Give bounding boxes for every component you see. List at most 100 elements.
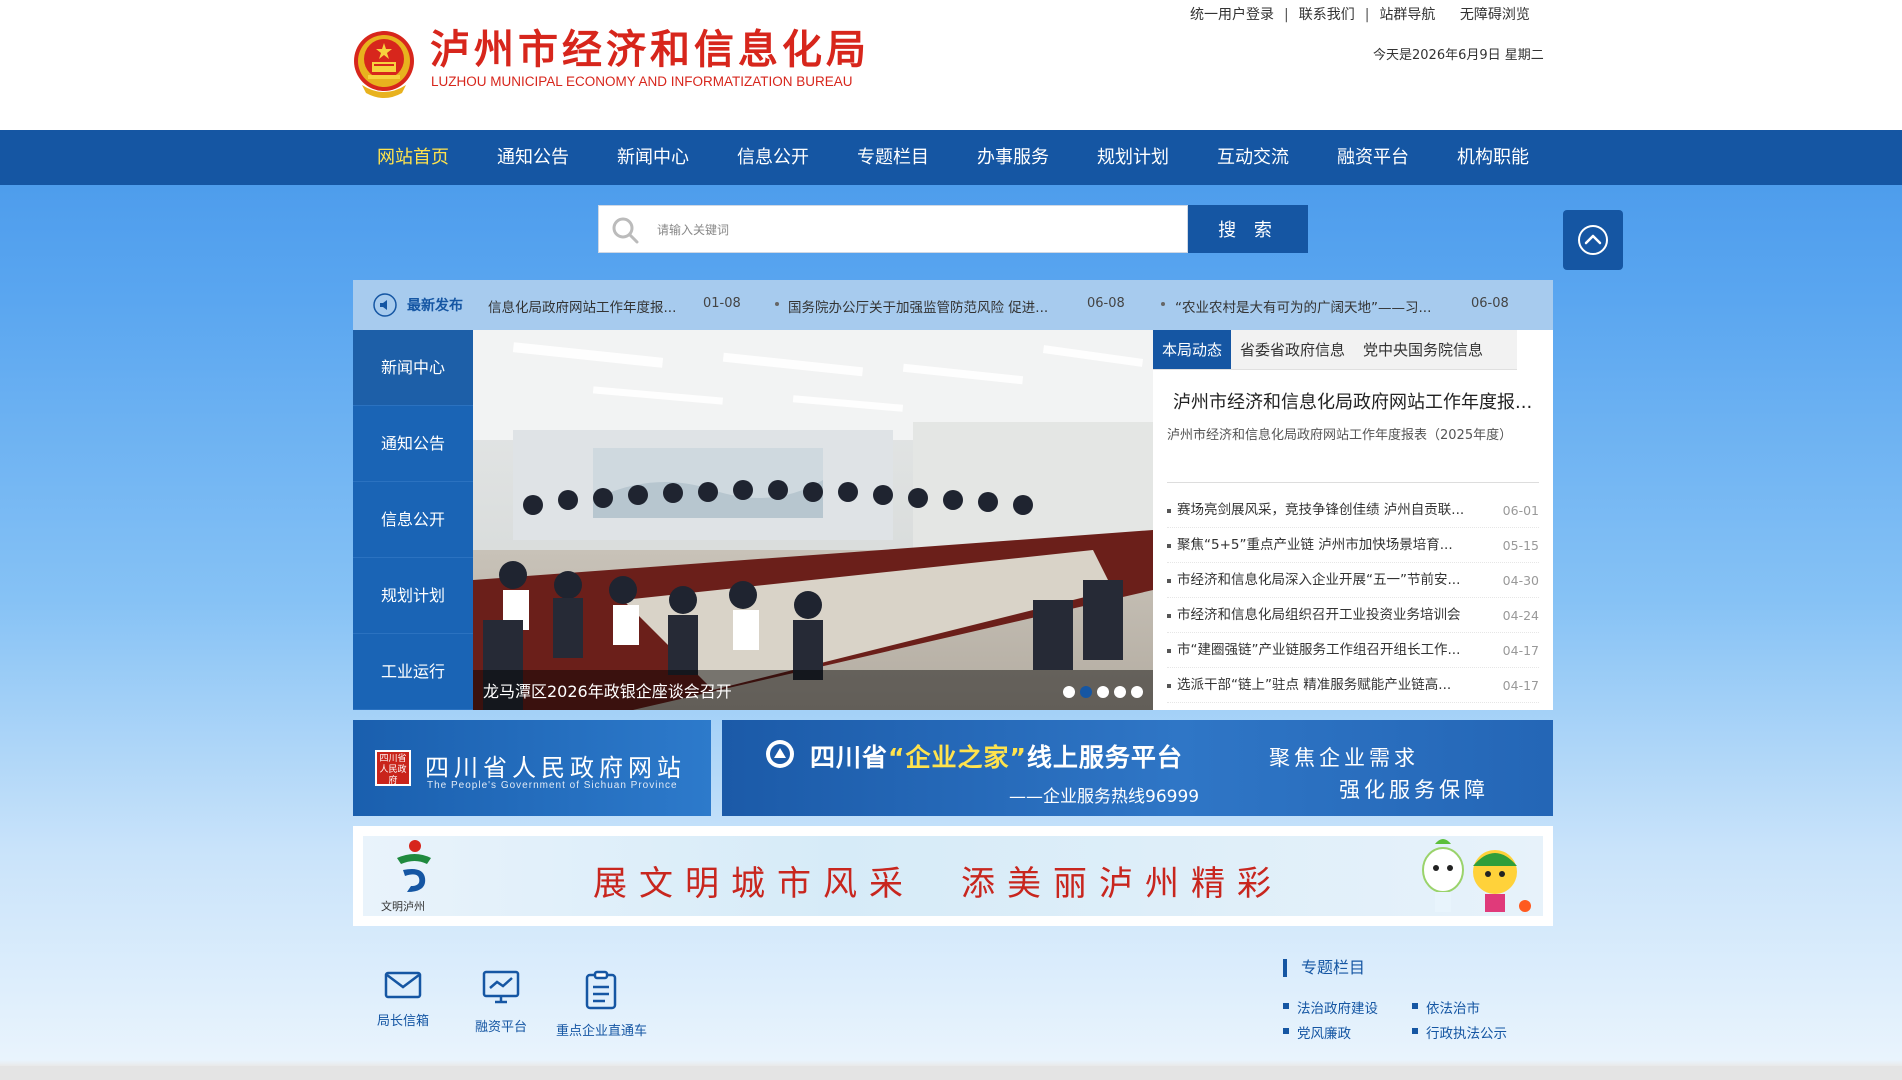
side-item-plans[interactable]: 规划计划 (353, 558, 473, 634)
photo-slider[interactable]: 龙马潭区2026年政银企座谈会召开 (473, 330, 1153, 710)
search-button[interactable]: 搜 索 (1188, 205, 1308, 253)
back-to-top-button[interactable] (1563, 210, 1623, 270)
tab-central-info[interactable]: 党中央国务院信息 (1354, 330, 1492, 369)
chevron-up-icon (1578, 225, 1608, 255)
ticker-item[interactable]: 信息化局政府网站工作年度报... (488, 296, 676, 316)
nav-item-plans[interactable]: 规划计划 (1073, 130, 1193, 185)
bullet (1167, 579, 1171, 583)
sichuan-gov-title: 四川省人民政府网站 (425, 754, 686, 782)
nav-item-home[interactable]: 网站首页 (353, 130, 473, 185)
user-login-link[interactable]: 统一用户登录 (1190, 7, 1274, 23)
bullet (1167, 614, 1171, 618)
divider: | (1284, 7, 1289, 23)
bullet (775, 302, 779, 306)
nav-item-functions[interactable]: 机构职能 (1433, 130, 1553, 185)
nav-item-topics[interactable]: 专题栏目 (833, 130, 953, 185)
civilization-banner-inner: 文明泸州 展文明城市风采 添美丽泸州精彩 (363, 836, 1543, 916)
sichuan-gov-subtitle: The People's Government of Sichuan Provi… (427, 780, 678, 791)
nav-item-notices[interactable]: 通知公告 (473, 130, 593, 185)
news-title[interactable]: 市经济和信息化局深入企业开展“五一”节前安... (1177, 563, 1497, 598)
bullet (1167, 684, 1171, 688)
slider-caption[interactable]: 龙马潭区2026年政银企座谈会召开 (483, 678, 732, 702)
ticker-label: 最新发布 (407, 298, 463, 314)
nav-item-info-disclosure[interactable]: 信息公开 (713, 130, 833, 185)
list-item[interactable]: 赛场亮剑展风采，竞技争锋创佳绩 泸州自贡联... 06-01 (1167, 493, 1539, 528)
news-date: 04-24 (1502, 608, 1539, 623)
news-title[interactable]: 市“建圈强链”产业链服务工作组召开组长工作... (1177, 633, 1497, 668)
side-item-industry-operation[interactable]: 工业运行 (353, 634, 473, 710)
news-title[interactable]: 市经济和信息化局组织召开工业投资业务培训会 (1177, 598, 1497, 633)
key-enterprise-shortcut[interactable]: 重点企业直通车 (556, 970, 647, 1039)
news-title[interactable]: 聚焦“5+5”重点产业链 泸州市加快场景培育... (1177, 528, 1497, 563)
enterprise-home-banner[interactable]: 四川省“企业之家”线上服务平台 ——企业服务热线96999 聚焦企业需求 强化服… (722, 720, 1553, 816)
title-suffix: 线上服务平台 (1026, 743, 1183, 772)
sichuan-gov-banner[interactable]: 四川省人民政府 四川省人民政府网站 The People's Governmen… (353, 720, 711, 816)
list-item[interactable]: 市“建圈强链”产业链服务工作组召开组长工作... 04-17 (1167, 633, 1539, 668)
side-item-news[interactable]: 新闻中心 (353, 330, 473, 406)
site-title: 泸州市经济和信息化局 (430, 26, 870, 73)
side-item-info-disclosure[interactable]: 信息公开 (353, 482, 473, 558)
news-date: 04-17 (1502, 643, 1539, 658)
featured-news-summary: 泸州市经济和信息化局政府网站工作年度报表（2025年度） (1167, 428, 1513, 443)
top-links: 统一用户登录 | 联系我们 | 站群导航 无障碍浏览 (1190, 4, 1530, 24)
ticker-date: 06-08 (1087, 296, 1125, 311)
civilization-banner[interactable]: 文明泸州 展文明城市风采 添美丽泸州精彩 (353, 826, 1553, 926)
tab-bureau-news[interactable]: 本局动态 (1153, 330, 1232, 369)
divider (1167, 482, 1539, 483)
civilization-logo-caption: 文明泸州 (381, 900, 425, 913)
slider-dot[interactable] (1063, 686, 1075, 698)
main-nav: 网站首页 通知公告 新闻中心 信息公开 专题栏目 办事服务 规划计划 互动交流 … (0, 130, 1902, 185)
ticker-date: 06-08 (1471, 296, 1509, 311)
divider: | (1364, 7, 1370, 23)
monitor-chart-icon (482, 970, 520, 1004)
nav-item-financing[interactable]: 融资平台 (1313, 130, 1433, 185)
hotline-text: ——企业服务热线96999 (1009, 787, 1200, 807)
topic-link-rule-of-law-gov[interactable]: 法治政府建设 (1283, 997, 1378, 1017)
news-date: 05-15 (1502, 538, 1539, 553)
side-item-notices[interactable]: 通知公告 (353, 406, 473, 482)
speaker-icon (373, 293, 397, 317)
director-mailbox-shortcut[interactable]: 局长信箱 (358, 970, 448, 1029)
meeting-photo (473, 330, 1153, 710)
seal-icon: 四川省人民政府 (375, 750, 411, 786)
site-header: 泸州市经济和信息化局 LUZHOU MUNICIPAL ECONOMY AND … (0, 0, 1902, 130)
shortcut-label: 局长信箱 (376, 1014, 429, 1029)
nav-item-interaction[interactable]: 互动交流 (1193, 130, 1313, 185)
ticker-item[interactable]: 国务院办公厅关于加强监管防范风险 促进... (788, 296, 1048, 316)
mascot-icon (1422, 839, 1531, 912)
slider-dot[interactable] (1131, 686, 1143, 698)
contact-us-link[interactable]: 联系我们 (1299, 7, 1355, 23)
latest-release-ticker: 最新发布 信息化局政府网站工作年度报... 01-08 国务院办公厅关于加强监管… (353, 280, 1553, 330)
list-item[interactable]: 选派干部“链上”驻点 精准服务赋能产业链高... 04-17 (1167, 668, 1539, 703)
news-title[interactable]: 选派干部“链上”驻点 精准服务赋能产业链高... (1177, 668, 1497, 703)
footer-strip (0, 1066, 1902, 1080)
slider-dot[interactable] (1097, 686, 1109, 698)
shortcut-label: 融资平台 (474, 1020, 527, 1035)
search-icon (612, 217, 639, 244)
accessibility-link[interactable]: 无障碍浏览 (1460, 7, 1530, 23)
topic-link-integrity[interactable]: 党风廉政 (1283, 1022, 1351, 1042)
search-box (598, 205, 1188, 253)
clipboard-icon (585, 970, 617, 1010)
topic-link-law-enforcement[interactable]: 行政执法公示 (1412, 1022, 1507, 1042)
slider-dot[interactable] (1114, 686, 1126, 698)
tab-provincial-info[interactable]: 省委省政府信息 (1231, 330, 1354, 369)
search-input[interactable] (657, 218, 1157, 242)
list-item[interactable]: 聚焦“5+5”重点产业链 泸州市加快场景培育... 05-15 (1167, 528, 1539, 563)
list-item[interactable]: 市经济和信息化局深入企业开展“五一”节前安... 04-30 (1167, 563, 1539, 598)
featured-news-title[interactable]: 泸州市经济和信息化局政府网站工作年度报... (1173, 388, 1533, 414)
title-quote: “企业之家” (888, 743, 1027, 772)
nav-item-services[interactable]: 办事服务 (953, 130, 1073, 185)
list-item[interactable]: 市经济和信息化局组织召开工业投资业务培训会 04-24 (1167, 598, 1539, 633)
title-prefix: 四川省 (810, 743, 889, 772)
topic-link-law-based-governance[interactable]: 依法治市 (1412, 997, 1480, 1017)
bullet (1167, 649, 1171, 653)
bullet (1161, 302, 1165, 306)
ticker-item[interactable]: “农业农村是大有可为的广阔天地”——习... (1175, 296, 1431, 316)
slider-dot[interactable] (1080, 686, 1092, 698)
news-date: 04-30 (1502, 573, 1539, 588)
news-title[interactable]: 赛场亮剑展风采，竞技争锋创佳绩 泸州自贡联... (1177, 493, 1497, 528)
site-group-nav-link[interactable]: 站群导航 (1379, 7, 1435, 23)
financing-platform-shortcut[interactable]: 融资平台 (456, 970, 546, 1035)
nav-item-news[interactable]: 新闻中心 (593, 130, 713, 185)
